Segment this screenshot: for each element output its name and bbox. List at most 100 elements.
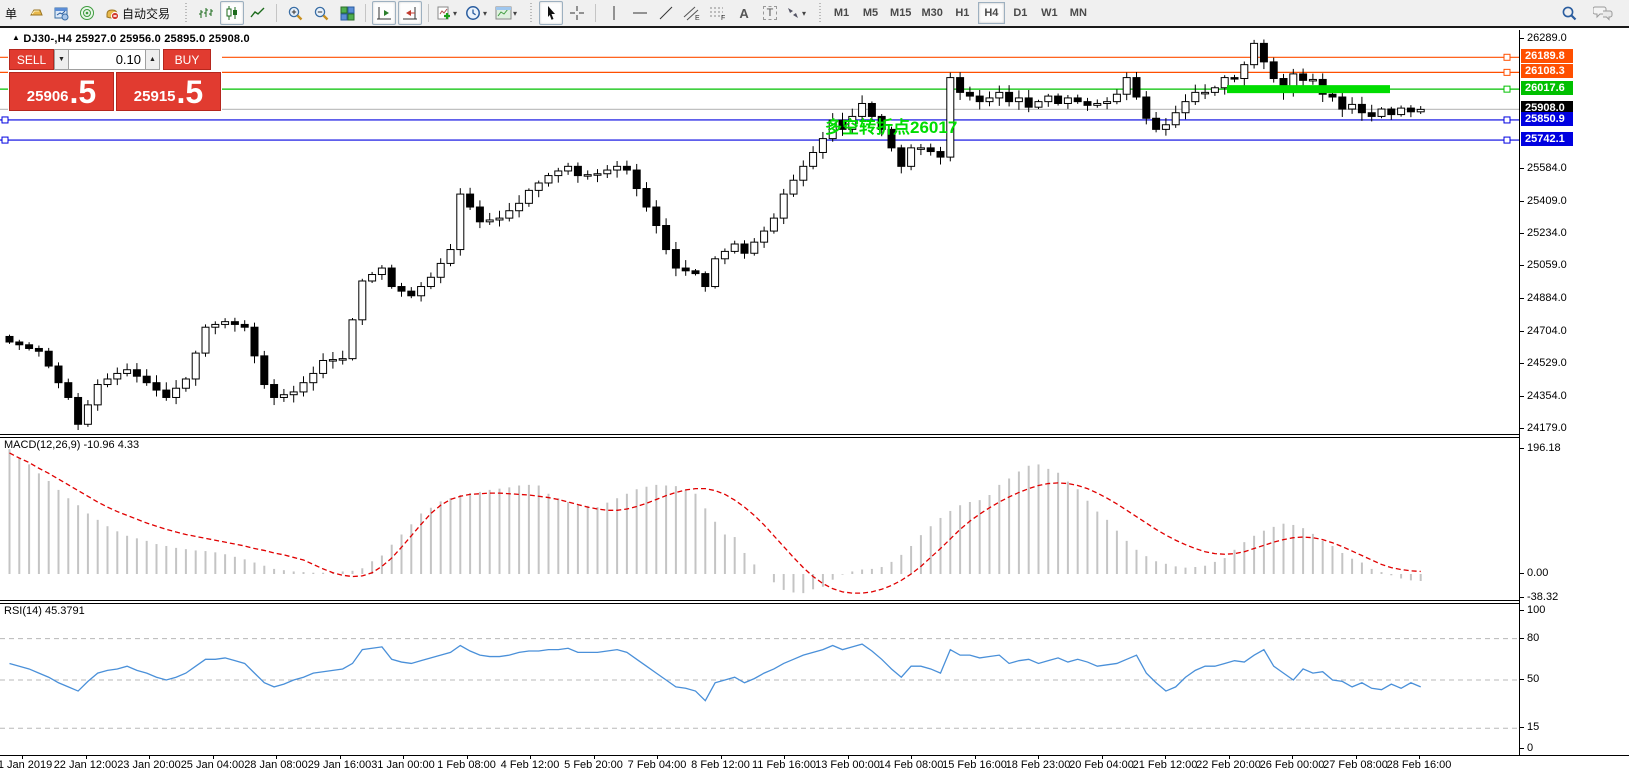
collapse-marker-icon[interactable]: ▲ [12, 33, 20, 42]
time-tick-label: 4 Feb 12:00 [500, 759, 560, 771]
axis-tick [1520, 297, 1524, 299]
auto-scroll-button[interactable] [398, 1, 423, 25]
price-tick-label: 24529.0 [1527, 357, 1567, 370]
time-axis[interactable]: 21 Jan 201922 Jan 12:0023 Jan 20:0025 Ja… [0, 755, 1629, 771]
chart-ohlc-header: ▲ DJ30-,H4 25927.0 25956.0 25895.0 25908… [12, 33, 250, 45]
timeframe-d1-button[interactable]: D1 [1007, 2, 1034, 24]
timeframe-h4-button[interactable]: H4 [977, 2, 1005, 24]
main-chart-pane[interactable] [0, 30, 1519, 434]
symbol-period: DJ30-,H4 [23, 33, 73, 45]
dropdown-arrow-icon: ▾ [802, 8, 807, 18]
macd-pane[interactable] [0, 438, 1519, 600]
axis-tick [1165, 756, 1166, 759]
axis-tick [974, 756, 976, 759]
axis-tick [847, 756, 849, 759]
price-tick-label: 0.00 [1527, 567, 1549, 579]
price-tick-label: 26289.0 [1527, 31, 1567, 44]
volume-decrease-button[interactable]: ▼ [54, 49, 69, 70]
mt4-application-window: 单 自动交易 ▾ ▾ ▾ E F A T ▾ M1 M5 M15 M30 H1 … [0, 0, 1629, 771]
buy-price-display[interactable]: 25915 .5 [116, 72, 221, 111]
vertical-line-tool-button[interactable] [602, 1, 626, 25]
tile-windows-button[interactable] [335, 1, 359, 25]
timeframe-m15-button[interactable]: M15 [886, 2, 915, 24]
macd-label: MACD(12,26,9) -10.96 4.33 [4, 439, 140, 451]
signal-icon[interactable] [75, 1, 99, 25]
trendline-tool-button[interactable] [654, 1, 678, 25]
toolbar-grip [182, 3, 190, 23]
timeframe-m30-button[interactable]: M30 [917, 2, 946, 24]
crosshair-tool-button[interactable] [565, 1, 589, 25]
timeframe-w1-button[interactable]: W1 [1036, 2, 1063, 24]
rsi-pane[interactable] [0, 604, 1519, 755]
market-window-icon[interactable] [49, 1, 73, 25]
one-click-trade-panel: SELL ▼ ▲ BUY 25906 .5 25915 .5 [8, 48, 222, 112]
timeframe-h1-button[interactable]: H1 [949, 2, 976, 24]
axis-tick [403, 756, 404, 759]
fibonacci-tool-button[interactable]: F [706, 1, 730, 25]
time-tick-label: 31 Jan 00:00 [371, 759, 435, 771]
gold-ingot-icon[interactable] [23, 1, 47, 25]
new-order-button[interactable]: 单 [4, 5, 21, 22]
axis-tick [1520, 265, 1524, 267]
price-tick-label: 50 [1527, 673, 1540, 685]
time-tick-label: 8 Feb 12:00 [691, 759, 750, 771]
line-handle [1, 116, 9, 124]
zoom-in-button[interactable] [283, 1, 307, 25]
line-handle [1503, 136, 1511, 144]
buy-button[interactable]: BUY [163, 49, 211, 70]
time-tick-label: 22 Jan 12:00 [53, 759, 118, 771]
axis-tick [149, 756, 150, 759]
axis-tick [1520, 610, 1524, 611]
price-tick-label: 25234.0 [1527, 227, 1567, 240]
axis-tick [466, 756, 468, 759]
community-chat-icon[interactable] [1591, 1, 1615, 25]
axis-tick [1520, 428, 1524, 430]
timeframe-m1-button[interactable]: M1 [828, 2, 855, 24]
timeframe-m5-button[interactable]: M5 [857, 2, 884, 24]
volume-input[interactable] [69, 49, 145, 70]
time-tick-label: 18 Feb 23:00 [1005, 759, 1071, 771]
horizontal-line-tool-button[interactable] [628, 1, 652, 25]
support-price-badge: 25742.1 [1521, 132, 1573, 147]
equidistant-channel-tool-button[interactable]: E [680, 1, 704, 25]
resistance-price-badge: 26108.3 [1521, 64, 1573, 79]
sell-button[interactable]: SELL [9, 49, 54, 70]
axis-tick [1520, 637, 1524, 639]
axis-tick [1520, 331, 1524, 333]
text-tool-button[interactable]: A [732, 1, 756, 25]
indicators-menu-button[interactable]: ▾ [435, 1, 462, 25]
axis-tick [1520, 679, 1524, 680]
time-tick-label: 1 Feb 08:00 [437, 759, 496, 771]
price-axis[interactable]: 26289.0 25584.0 25409.0 25234.0 25059.0 24884… [1519, 30, 1629, 755]
candlestick-chart-button[interactable] [220, 1, 245, 25]
axis-tick [1292, 756, 1293, 759]
cursor-tool-button[interactable] [539, 1, 564, 25]
axis-tick [1520, 448, 1524, 450]
line-chart-button[interactable] [246, 1, 270, 25]
templates-menu-button[interactable]: ▾ [494, 1, 522, 25]
svg-text:F: F [721, 15, 725, 21]
price-tick-label: 24884.0 [1527, 291, 1567, 304]
axis-tick [1419, 756, 1420, 759]
price-tick-label: 0 [1527, 742, 1534, 754]
dropdown-arrow-icon: ▾ [453, 8, 458, 18]
chart-shift-button[interactable] [372, 1, 397, 25]
sell-price-display[interactable]: 25906 .5 [9, 72, 114, 111]
price-tick-label: 100 [1527, 604, 1546, 616]
price-tick-label: 24179.0 [1527, 422, 1567, 435]
timeframe-mn-button[interactable]: MN [1065, 2, 1092, 24]
axis-tick [1355, 756, 1357, 759]
text-label-tool-button[interactable]: T [758, 1, 782, 25]
time-tick-label: 27 Feb 08:00 [1323, 759, 1388, 771]
zoom-out-button[interactable] [309, 1, 333, 25]
search-icon[interactable] [1557, 1, 1581, 25]
time-tick-label: 20 Feb 04:00 [1069, 759, 1134, 771]
chart-annotation-text[interactable]: 多空转折点26017 [825, 113, 957, 138]
autotrading-button[interactable]: 自动交易 [101, 1, 177, 25]
arrows-tool-button[interactable]: ▾ [784, 1, 811, 25]
time-tick-label: 28 Jan 08:00 [244, 759, 308, 771]
periods-menu-button[interactable]: ▾ [464, 1, 492, 25]
bar-chart-button[interactable] [194, 1, 218, 25]
axis-tick [1520, 363, 1524, 365]
volume-increase-button[interactable]: ▲ [145, 49, 160, 70]
